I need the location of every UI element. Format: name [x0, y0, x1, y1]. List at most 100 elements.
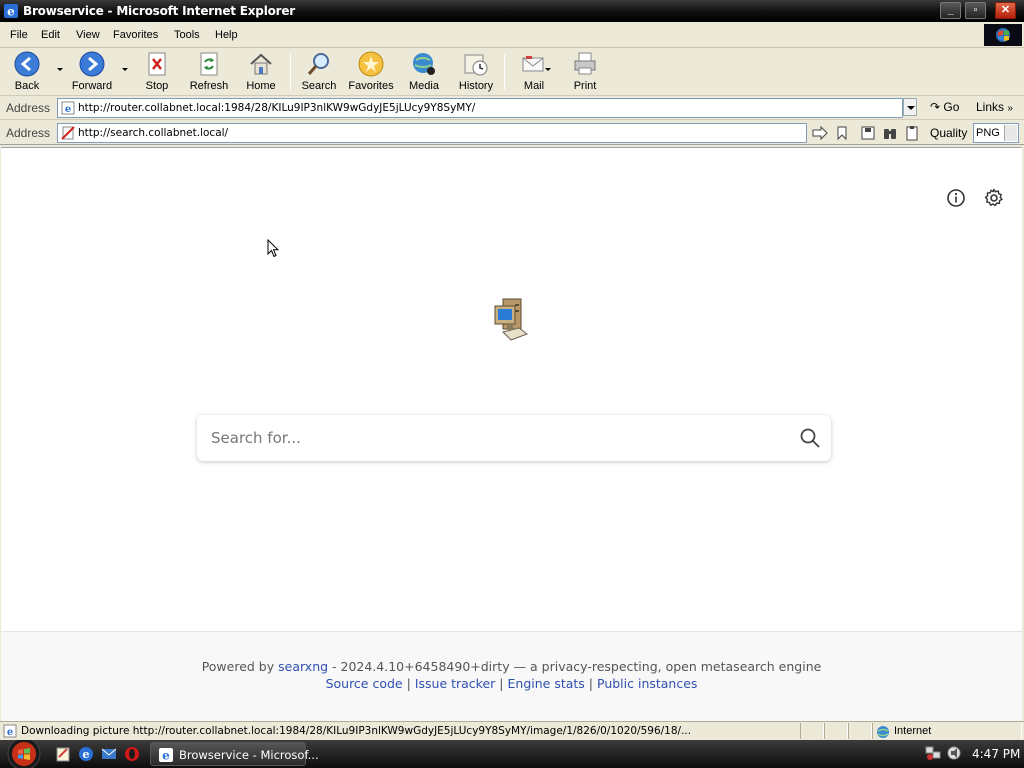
chevron-right-icon: » — [1007, 103, 1013, 114]
mail-button[interactable]: Mail — [516, 50, 552, 92]
browservice-address-label: Address — [6, 126, 51, 140]
menu-help[interactable]: Help — [215, 29, 238, 41]
home-icon — [250, 53, 272, 75]
menu-tools[interactable]: Tools — [174, 29, 200, 41]
save-page-icon[interactable] — [859, 125, 877, 141]
search-button[interactable]: Search — [300, 50, 338, 92]
menu-bar: File Edit View Favorites Tools Help — [0, 22, 1024, 48]
issue-tracker-link[interactable]: Issue tracker — [415, 676, 496, 691]
back-button[interactable]: Back — [8, 50, 46, 92]
taskbar-item-browservice[interactable]: e Browservice - Microsof... — [150, 742, 319, 766]
go-button[interactable]: ↷ Go — [930, 100, 959, 114]
home-button[interactable]: Home — [245, 50, 277, 92]
quality-value: PNG — [976, 127, 1000, 139]
notepad-quicklaunch-icon[interactable] — [54, 745, 72, 763]
start-button[interactable] — [2, 740, 46, 768]
minimize-button[interactable]: _ — [940, 2, 961, 19]
search-icon[interactable] — [799, 427, 821, 449]
source-code-link[interactable]: Source code — [326, 676, 403, 691]
searxng-link[interactable]: searxng — [278, 659, 328, 674]
navigate-arrow-icon[interactable] — [811, 125, 829, 141]
standard-toolbar: Back Forward Stop Refresh Home Search Fa… — [0, 48, 1024, 96]
address-dropdown-icon[interactable] — [903, 98, 917, 116]
window-title: Browservice - Microsoft Internet Explore… — [23, 4, 296, 18]
status-pane — [824, 723, 848, 739]
quality-spinner-icon[interactable] — [1004, 125, 1017, 141]
footer-powered-line: Powered by searxng - 2024.4.10+6458490+d… — [201, 659, 822, 674]
forward-dropdown-icon[interactable] — [122, 68, 128, 71]
links-button[interactable]: Links » — [976, 100, 1013, 114]
svg-text:e: e — [83, 748, 90, 761]
insecure-page-icon — [61, 126, 75, 140]
browservice-url: http://search.collabnet.local/ — [78, 127, 229, 139]
ie-icon: e — [4, 4, 18, 19]
media-button[interactable]: Media — [406, 50, 442, 92]
refresh-button[interactable]: Refresh — [189, 50, 229, 92]
mail-dropdown-icon[interactable] — [545, 68, 551, 71]
print-button[interactable]: Print — [570, 50, 600, 92]
stop-button[interactable]: Stop — [142, 50, 172, 92]
volume-tray-icon[interactable] — [944, 744, 964, 762]
title-bar: e Browservice - Microsoft Internet Explo… — [0, 0, 1024, 22]
address-toolbar: Address e http://router.collabnet.local:… — [0, 96, 1024, 120]
taskbar: e e Browservice - Microsof... 4:47 PM — [0, 740, 1024, 768]
forward-arrow-icon — [79, 51, 105, 77]
media-globe-icon — [413, 53, 435, 75]
find-binoculars-icon[interactable] — [881, 125, 899, 141]
internet-globe-icon — [877, 726, 889, 738]
searxng-logo-icon — [494, 298, 529, 341]
toolbar-separator — [290, 54, 291, 90]
network-tray-icon[interactable] — [924, 744, 944, 762]
mail-envelope-icon — [522, 56, 544, 72]
browservice-toolbar: Address http://search.collabnet.local/ Q… — [0, 121, 1024, 145]
status-bar: e Downloading picture http://router.coll… — [0, 721, 1024, 740]
forward-button[interactable]: Forward — [70, 50, 114, 92]
history-button[interactable]: History — [456, 50, 496, 92]
menu-view[interactable]: View — [76, 29, 100, 41]
address-input[interactable]: e http://router.collabnet.local:1984/28/… — [57, 98, 903, 118]
quality-label: Quality — [930, 126, 968, 140]
bookmark-icon[interactable] — [833, 125, 851, 141]
menu-favorites[interactable]: Favorites — [113, 29, 158, 41]
go-arrow-icon: ↷ — [930, 100, 941, 114]
restore-button[interactable]: ▫ — [965, 2, 986, 19]
toolbar-separator — [504, 54, 505, 90]
settings-gear-icon[interactable] — [984, 188, 1004, 208]
outlook-quicklaunch-icon[interactable] — [100, 745, 118, 763]
public-instances-link[interactable]: Public instances — [597, 676, 697, 691]
menu-edit[interactable]: Edit — [41, 29, 60, 41]
page-icon: e — [61, 101, 75, 115]
close-button[interactable]: ✕ — [995, 2, 1016, 19]
printer-icon — [574, 52, 596, 75]
footer-links: Source code | Issue tracker | Engine sta… — [325, 676, 698, 691]
search-input[interactable] — [211, 425, 771, 451]
menu-file[interactable]: File — [10, 29, 28, 41]
svg-text:e: e — [7, 727, 13, 738]
back-dropdown-icon[interactable] — [57, 68, 63, 71]
page-content: Powered by searxng - 2024.4.10+6458490+d… — [1, 147, 1022, 722]
address-label: Address — [6, 101, 51, 115]
status-pane — [800, 723, 824, 739]
status-pane — [848, 723, 872, 739]
ie-quicklaunch-icon[interactable]: e — [77, 745, 95, 763]
quality-select[interactable]: PNG — [973, 123, 1019, 143]
page-loading-icon: e — [3, 724, 17, 738]
ie-task-icon: e — [159, 748, 173, 763]
star-icon — [358, 51, 384, 77]
browservice-address-input[interactable]: http://search.collabnet.local/ — [57, 123, 807, 143]
magnifier-icon — [307, 53, 329, 75]
favorites-button[interactable]: Favorites — [346, 50, 396, 92]
svg-text:e: e — [7, 5, 15, 19]
status-text: Downloading picture http://router.collab… — [21, 725, 692, 737]
info-icon[interactable] — [946, 188, 966, 208]
opera-quicklaunch-icon[interactable] — [123, 745, 141, 763]
page-footer: Powered by searxng - 2024.4.10+6458490+d… — [1, 631, 1022, 722]
back-arrow-icon — [14, 51, 40, 77]
clipboard-icon[interactable] — [903, 125, 921, 141]
taskbar-clock: 4:47 PM — [972, 747, 1021, 761]
svg-text:e: e — [162, 749, 170, 763]
history-clock-icon — [464, 54, 488, 76]
security-zone-label: Internet — [894, 725, 932, 737]
engine-stats-link[interactable]: Engine stats — [508, 676, 585, 691]
stop-icon — [148, 52, 166, 76]
